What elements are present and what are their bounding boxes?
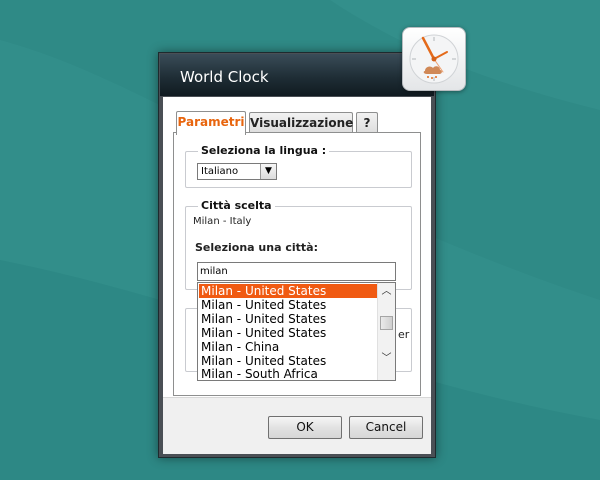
list-item[interactable]: Milan - United States (199, 284, 378, 298)
tab-parametri-label: Parametri (177, 115, 245, 129)
tab-visualizzazione-label: Visualizzazione (250, 116, 354, 130)
results-scrollbar[interactable]: ︿ ﹀ (377, 283, 395, 380)
tab-visualizzazione[interactable]: Visualizzazione (249, 112, 353, 134)
tab-help[interactable]: ? (356, 112, 378, 134)
chevron-down-icon[interactable]: ▼ (260, 164, 276, 179)
clock-gadget-icon (402, 27, 466, 91)
tab-help-label: ? (363, 116, 371, 130)
clock-face-icon (409, 34, 459, 84)
list-item[interactable]: Milan - United States (199, 312, 378, 326)
list-item[interactable]: Milan - United States (199, 298, 378, 312)
city-results-list[interactable]: Milan - United States Milan - United Sta… (197, 282, 396, 381)
language-legend: Seleziona la lingua : (198, 144, 330, 157)
chevron-up-icon[interactable]: ︿ (378, 284, 395, 300)
tab-parametri[interactable]: Parametri (176, 111, 246, 135)
city-legend: Città scelta (198, 199, 275, 212)
language-select[interactable]: Italiano ▼ (197, 163, 277, 180)
partial-label: er (398, 328, 410, 341)
chevron-down-icon[interactable]: ﹀ (378, 351, 395, 367)
current-city: Milan - Italy (193, 216, 252, 227)
ok-button[interactable]: OK (268, 416, 342, 439)
list-item[interactable]: Milan - South Africa (199, 367, 378, 381)
title-bar[interactable]: World Clock (160, 54, 434, 96)
list-item[interactable]: Milan - China (199, 340, 378, 354)
window-title: World Clock (180, 68, 269, 86)
city-search-input[interactable]: milan (197, 262, 396, 281)
search-city-label: Seleziona una città: (195, 241, 318, 254)
list-item[interactable]: Milan - United States (199, 326, 378, 340)
scrollbar-thumb[interactable] (380, 316, 393, 330)
language-select-value: Italiano (201, 166, 239, 177)
cancel-button[interactable]: Cancel (349, 416, 423, 439)
list-item[interactable]: Milan - United States (199, 354, 378, 368)
